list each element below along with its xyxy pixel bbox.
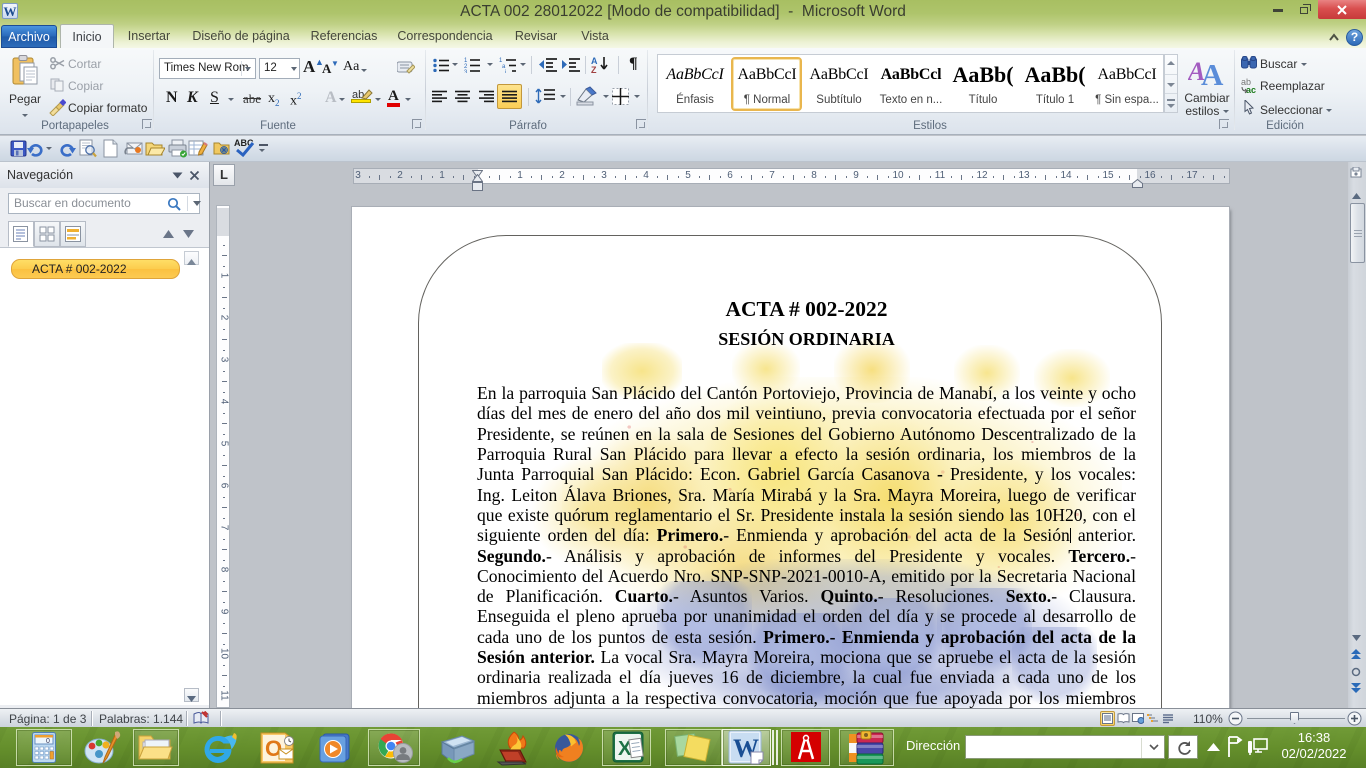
svg-text:3: 3 (464, 70, 468, 73)
svg-text:A: A (1201, 57, 1224, 86)
svg-text:0: 0 (46, 738, 50, 745)
svg-text:Z: Z (591, 65, 597, 74)
svg-text:ac: ac (1246, 85, 1256, 94)
svg-text:i: i (505, 70, 506, 73)
